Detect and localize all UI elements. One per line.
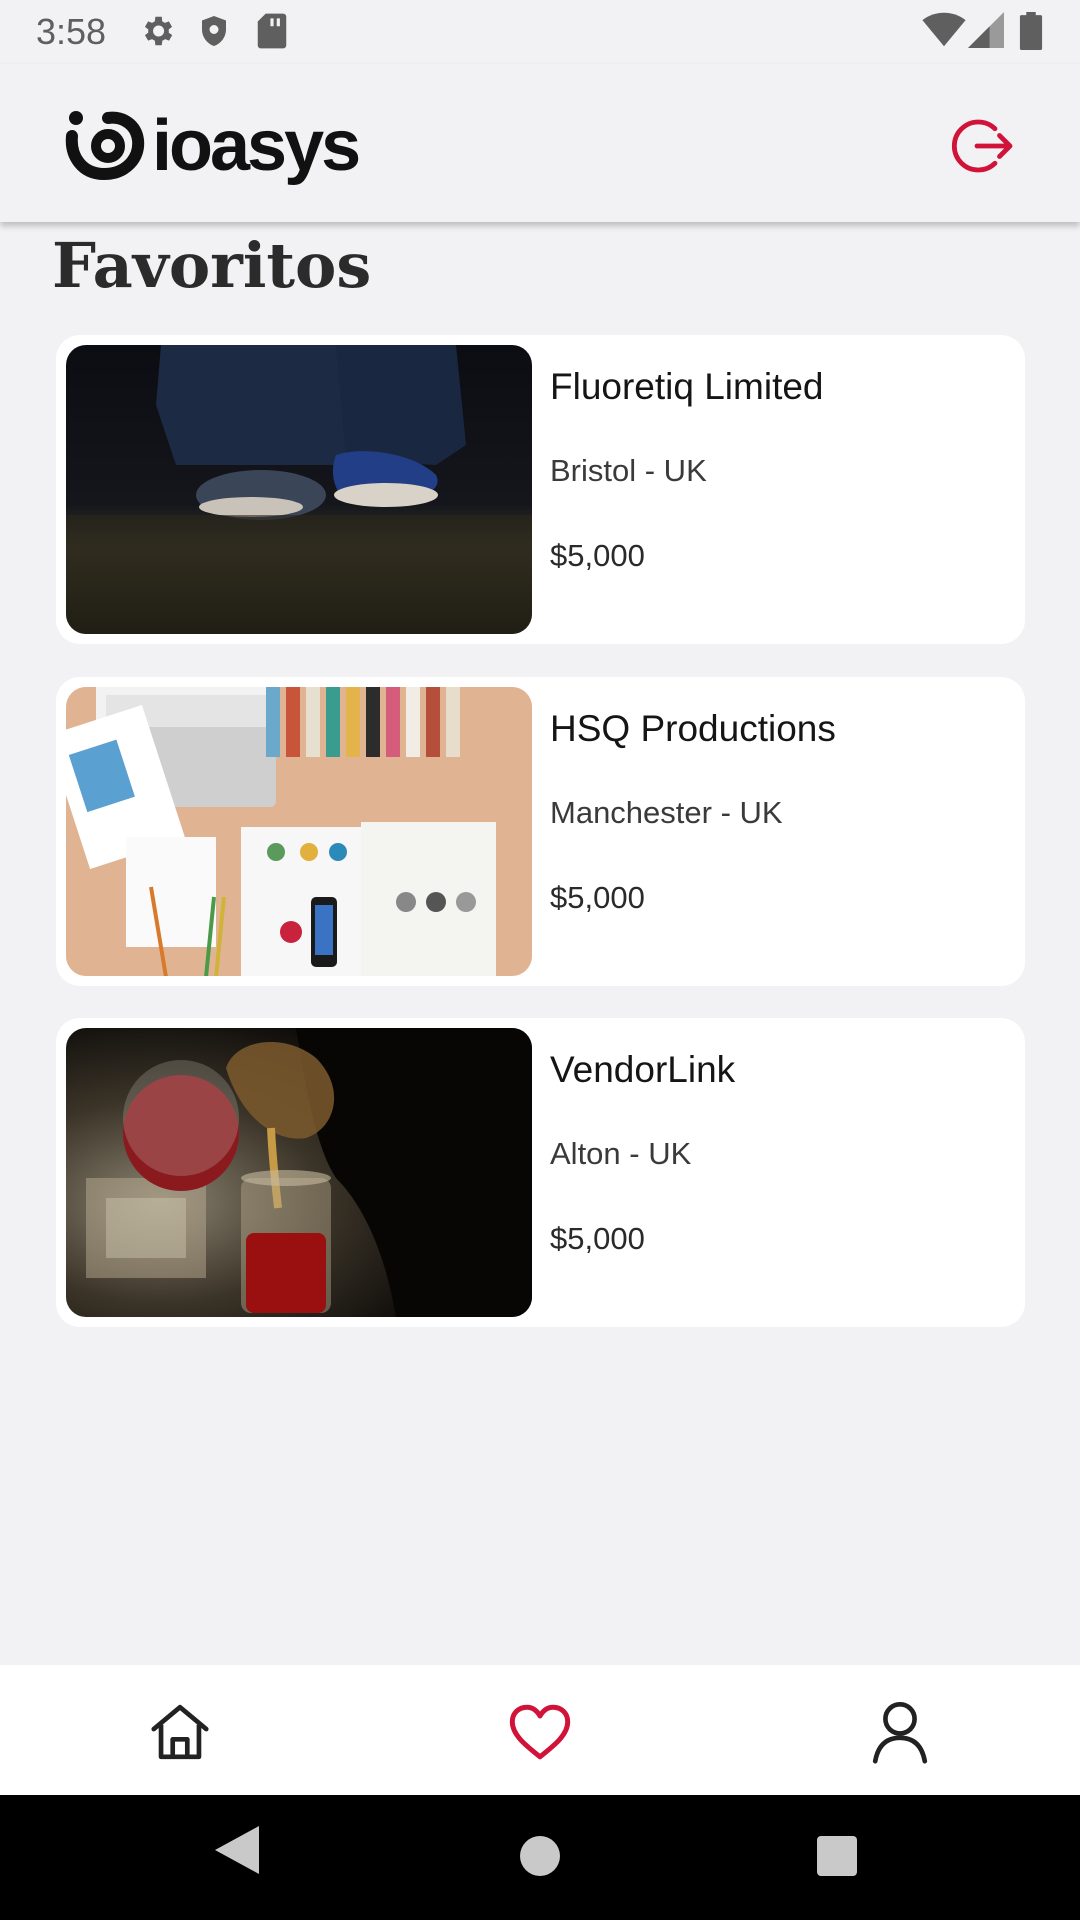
status-time: 3:58	[36, 11, 107, 52]
page-title: Favoritos	[52, 229, 372, 302]
company-image	[66, 1028, 532, 1317]
logout-button[interactable]	[950, 110, 1022, 182]
recents-icon[interactable]	[817, 1836, 857, 1876]
company-location: Bristol - UK	[550, 453, 707, 488]
gear-icon	[144, 16, 173, 46]
company-price: $5,000	[550, 538, 645, 573]
system-nav-bar	[0, 1795, 1080, 1920]
logo-mark-icon	[65, 111, 145, 181]
app-bar: ioasys	[0, 64, 1080, 222]
home-circle-icon[interactable]	[520, 1836, 560, 1876]
nav-home[interactable]	[145, 1697, 215, 1767]
favorite-card[interactable]: Fluoretiq Limited Bristol - UK $5,000	[56, 335, 1025, 644]
battery-icon	[1019, 12, 1043, 50]
screen: 3:58 ioasys Favoritos Fluoretiq Limited …	[0, 0, 1080, 1920]
back-icon[interactable]	[215, 1826, 259, 1874]
shield-icon	[202, 16, 226, 46]
company-name: Fluoretiq Limited	[550, 366, 824, 407]
company-location: Manchester - UK	[550, 795, 783, 830]
company-price: $5,000	[550, 1221, 645, 1256]
company-price: $5,000	[550, 880, 645, 915]
favorite-card[interactable]: VendorLink Alton - UK $5,000	[56, 1018, 1025, 1327]
company-location: Alton - UK	[550, 1136, 692, 1171]
ioasys-logo: ioasys	[64, 108, 361, 184]
logo-text: ioasys	[152, 106, 361, 186]
home-icon	[151, 1704, 209, 1760]
wifi-icon	[922, 12, 966, 47]
sd-card-icon	[257, 13, 287, 49]
favorite-card[interactable]: HSQ Productions Manchester - UK $5,000	[56, 677, 1025, 986]
heart-icon	[509, 1704, 571, 1760]
nav-favorites[interactable]	[505, 1697, 575, 1767]
company-image	[66, 687, 532, 976]
user-icon	[872, 1701, 928, 1764]
company-name: HSQ Productions	[550, 708, 836, 749]
status-bar: 3:58	[0, 0, 1080, 64]
bottom-nav	[0, 1665, 1080, 1795]
company-image	[66, 345, 532, 634]
signal-icon	[968, 12, 1004, 48]
company-name: VendorLink	[550, 1049, 736, 1090]
logout-icon	[951, 119, 1013, 173]
nav-profile[interactable]	[865, 1697, 935, 1767]
